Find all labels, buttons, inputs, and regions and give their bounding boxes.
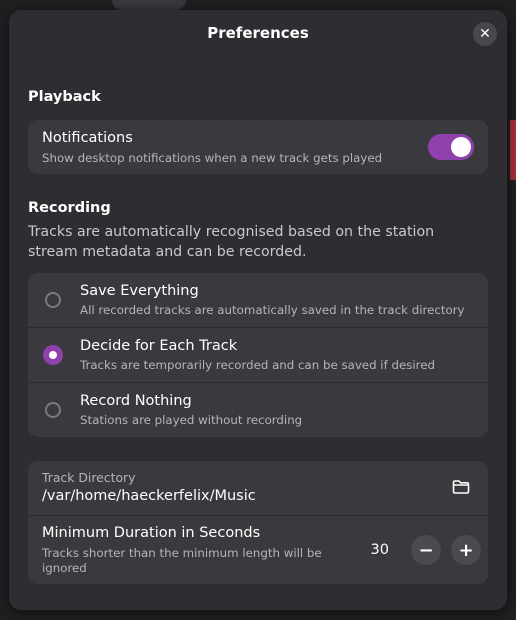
- option-subtitle: Tracks are temporarily recorded and can …: [80, 358, 435, 372]
- option-subtitle: All recorded tracks are automatically sa…: [80, 303, 465, 317]
- dialog-title: Preferences: [207, 24, 309, 42]
- min-duration-subtitle: Tracks shorter than the minimum length w…: [42, 546, 322, 575]
- increment-button[interactable]: +: [451, 535, 481, 565]
- minus-icon: −: [418, 539, 434, 561]
- track-directory-label: Track Directory: [42, 470, 136, 485]
- playback-card: Notifications Show desktop notifications…: [28, 120, 488, 174]
- notifications-row[interactable]: Notifications Show desktop notifications…: [28, 120, 488, 174]
- radio-save-everything[interactable]: [45, 292, 61, 308]
- recording-section-title: Recording: [28, 200, 111, 216]
- preferences-dialog: Preferences ✕ Playback Notifications Sho…: [9, 10, 507, 610]
- recording-options-card: Save Everything All recorded tracks are …: [28, 273, 488, 437]
- playback-section-title: Playback: [28, 89, 101, 105]
- directory-settings-card: Track Directory /var/home/haeckerfelix/M…: [28, 461, 488, 584]
- notifications-toggle[interactable]: [428, 134, 474, 160]
- option-title: Save Everything: [80, 283, 199, 299]
- recording-option-save-everything[interactable]: Save Everything All recorded tracks are …: [28, 273, 488, 327]
- background-element: [112, 0, 186, 10]
- notifications-title: Notifications: [42, 130, 133, 146]
- option-subtitle: Stations are played without recording: [80, 413, 303, 427]
- option-title: Record Nothing: [80, 393, 192, 409]
- notifications-subtitle: Show desktop notifications when a new tr…: [42, 151, 383, 165]
- min-duration-value[interactable]: 30: [371, 540, 389, 560]
- close-icon: ✕: [479, 26, 491, 42]
- track-directory-row[interactable]: Track Directory /var/home/haeckerfelix/M…: [28, 461, 488, 515]
- radio-record-nothing[interactable]: [45, 402, 61, 418]
- decrement-button[interactable]: −: [411, 535, 441, 565]
- recording-option-decide-each[interactable]: Decide for Each Track Tracks are tempora…: [28, 328, 488, 382]
- plus-icon: +: [458, 539, 474, 561]
- recording-option-record-nothing[interactable]: Record Nothing Stations are played witho…: [28, 383, 488, 437]
- background-accent: [510, 120, 516, 180]
- close-button[interactable]: ✕: [473, 22, 497, 46]
- radio-decide-each[interactable]: [43, 345, 63, 365]
- min-duration-title: Minimum Duration in Seconds: [42, 525, 261, 541]
- option-title: Decide for Each Track: [80, 338, 238, 354]
- track-directory-value: /var/home/haeckerfelix/Music: [42, 488, 256, 504]
- folder-icon[interactable]: [452, 480, 470, 494]
- toggle-knob: [451, 137, 471, 157]
- recording-description: Tracks are automatically recognised base…: [28, 224, 435, 260]
